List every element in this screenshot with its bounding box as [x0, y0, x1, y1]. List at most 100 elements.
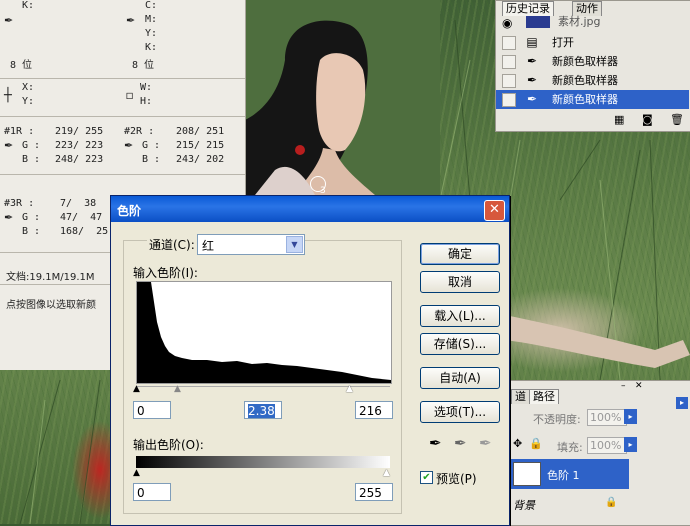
tab-paths[interactable]: 路径: [529, 389, 559, 404]
levels-dialog: 色阶 ✕ 通道(C): 红 ▼ 输入色阶(I): ▲ ▲ ▲ 0 2.38 21…: [110, 195, 510, 526]
cancel-button[interactable]: 取消: [420, 271, 500, 293]
output-black-slider[interactable]: ▲: [133, 468, 140, 478]
opacity-label: 不透明度:: [533, 413, 581, 426]
tab-channels[interactable]: 道: [511, 389, 530, 404]
snapshot-thumbnail: [526, 16, 550, 28]
output-white-field[interactable]: 255: [355, 483, 393, 501]
sampler2-b-value: 243/ 202: [176, 154, 225, 165]
sampler2-g-label: G :: [142, 140, 161, 151]
options-button[interactable]: 选项(T)...: [420, 401, 500, 423]
new-document-from-state-icon[interactable]: ▦: [614, 113, 624, 126]
histogram: [136, 281, 392, 384]
eyedropper-icon: ✒: [124, 139, 134, 152]
history-brush-source-box[interactable]: [502, 93, 516, 107]
input-gamma-value: 2.38: [248, 404, 275, 418]
dialog-title: 色阶: [117, 204, 142, 218]
history-item[interactable]: ✒ 新颜色取样器: [496, 71, 689, 90]
input-white-slider[interactable]: ▲: [346, 384, 353, 394]
m-label: M:: [145, 14, 158, 25]
sampler1-g-value: 223/ 223: [55, 140, 104, 151]
fill-arrow-icon[interactable]: ▸: [624, 437, 637, 452]
history-item[interactable]: ▤ 打开: [496, 33, 689, 52]
input-gamma-field[interactable]: 2.38: [244, 401, 282, 419]
auto-button[interactable]: 自动(A): [420, 367, 500, 389]
output-levels-label: 输出色阶(O):: [133, 438, 204, 452]
layer-row-levels[interactable]: 色阶 1: [511, 459, 629, 489]
lock-icon[interactable]: 🔒: [529, 437, 543, 450]
c-label: C:: [145, 0, 158, 11]
output-white-slider[interactable]: ▲: [383, 468, 390, 478]
eye-icon: ◉: [502, 16, 513, 30]
bit-depth-left: 8 位: [10, 60, 33, 71]
sampler1-r-value: 219/ 255: [55, 126, 104, 137]
chevron-down-icon[interactable]: ▼: [286, 236, 303, 253]
layer-name: 色阶 1: [547, 469, 580, 482]
white-eyedropper-icon[interactable]: ✒: [479, 434, 492, 452]
minimize-icon[interactable]: –: [621, 381, 626, 391]
eyedropper-icon: ✒: [4, 139, 14, 152]
history-brush-source-box[interactable]: [502, 36, 516, 50]
layer-name: 背景: [513, 499, 535, 512]
save-button[interactable]: 存储(S)...: [420, 333, 500, 355]
input-black-field[interactable]: 0: [133, 401, 171, 419]
history-snapshot-row[interactable]: ◉ 素材.jpg: [496, 15, 689, 31]
color-sampler-icon: ✒: [526, 92, 538, 106]
camera-icon[interactable]: ◙: [642, 113, 653, 126]
marquee-icon: ◻: [126, 88, 134, 102]
load-button[interactable]: 载入(L)...: [420, 305, 500, 327]
lock-icon: 🔒: [605, 497, 618, 508]
channel-label: 通道(C):: [147, 236, 197, 253]
sampler3-b-label: B :: [22, 226, 41, 237]
crosshair-icon: ┼: [4, 88, 12, 103]
divider: [0, 174, 245, 175]
status-hint: 点按图像以选取新颜: [6, 300, 96, 311]
trash-icon[interactable]: 🗑: [670, 113, 684, 126]
color-sampler-icon: ✒: [526, 73, 538, 87]
history-item-label: 新颜色取样器: [552, 55, 618, 68]
w-label: W:: [140, 82, 153, 93]
output-black-field[interactable]: 0: [133, 483, 171, 501]
preview-checkbox[interactable]: ✔: [420, 471, 433, 484]
input-gamma-slider[interactable]: ▲: [174, 384, 181, 394]
panel-menu-icon[interactable]: ▸: [676, 397, 688, 409]
sampler3-b-value: 168/ 25: [60, 226, 109, 237]
tab-actions[interactable]: 动作: [572, 1, 602, 16]
earring: [295, 145, 305, 155]
history-brush-source-box[interactable]: [502, 74, 516, 88]
input-white-field[interactable]: 216: [355, 401, 393, 419]
history-item-label: 打开: [552, 36, 574, 49]
fill-label: 填充:: [557, 441, 583, 454]
eyedropper-icon: ✒: [126, 14, 136, 27]
document-size: 文档:19.1M/19.1M: [6, 272, 95, 283]
fill-field[interactable]: 100%: [587, 437, 627, 454]
opacity-arrow-icon[interactable]: ▸: [624, 409, 637, 424]
sampler1-b-label: B :: [22, 154, 41, 165]
sampler3-g-value: 47/ 47: [60, 212, 103, 223]
sampler1-b-value: 248/ 223: [55, 154, 104, 165]
move-lock-icon[interactable]: ✥: [513, 437, 522, 450]
sampler3-g-label: G :: [22, 212, 41, 223]
history-item-selected[interactable]: ✒ 新颜色取样器: [496, 90, 689, 109]
history-panel: 历史记录 动作 ◉ 素材.jpg ▤ 打开 ✒ 新颜色取样器 ✒ 新颜色取样器 …: [495, 0, 690, 132]
close-icon[interactable]: ✕: [635, 381, 643, 391]
ok-button[interactable]: 确定: [420, 243, 500, 265]
tab-history[interactable]: 历史记录: [502, 1, 554, 16]
layers-panel: – ✕ 道 路径 ▸ 不透明度: 100% ▸ ✥ 🔒 填充: 100% ▸ 色…: [510, 380, 690, 526]
close-button[interactable]: ✕: [484, 200, 505, 221]
channel-select[interactable]: 红 ▼: [197, 234, 305, 255]
layer-row-background[interactable]: 背景 🔒: [511, 491, 629, 517]
dialog-titlebar[interactable]: 色阶 ✕: [111, 196, 509, 222]
opacity-field[interactable]: 100%: [587, 409, 627, 426]
gray-eyedropper-icon[interactable]: ✒: [454, 434, 467, 452]
preview-label: 预览(P): [436, 472, 477, 486]
document-icon: ▤: [526, 35, 538, 49]
black-eyedropper-icon[interactable]: ✒: [429, 434, 442, 452]
history-item[interactable]: ✒ 新颜色取样器: [496, 52, 689, 71]
history-brush-source-box[interactable]: [502, 55, 516, 69]
bit-depth-right: 8 位: [132, 60, 155, 71]
input-black-slider[interactable]: ▲: [133, 384, 140, 394]
sampler2-g-value: 215/ 215: [176, 140, 225, 151]
eyedropper-icon: ✒: [4, 211, 14, 224]
eyedropper-icon: ✒: [4, 14, 14, 27]
y-label: Y:: [145, 28, 158, 39]
